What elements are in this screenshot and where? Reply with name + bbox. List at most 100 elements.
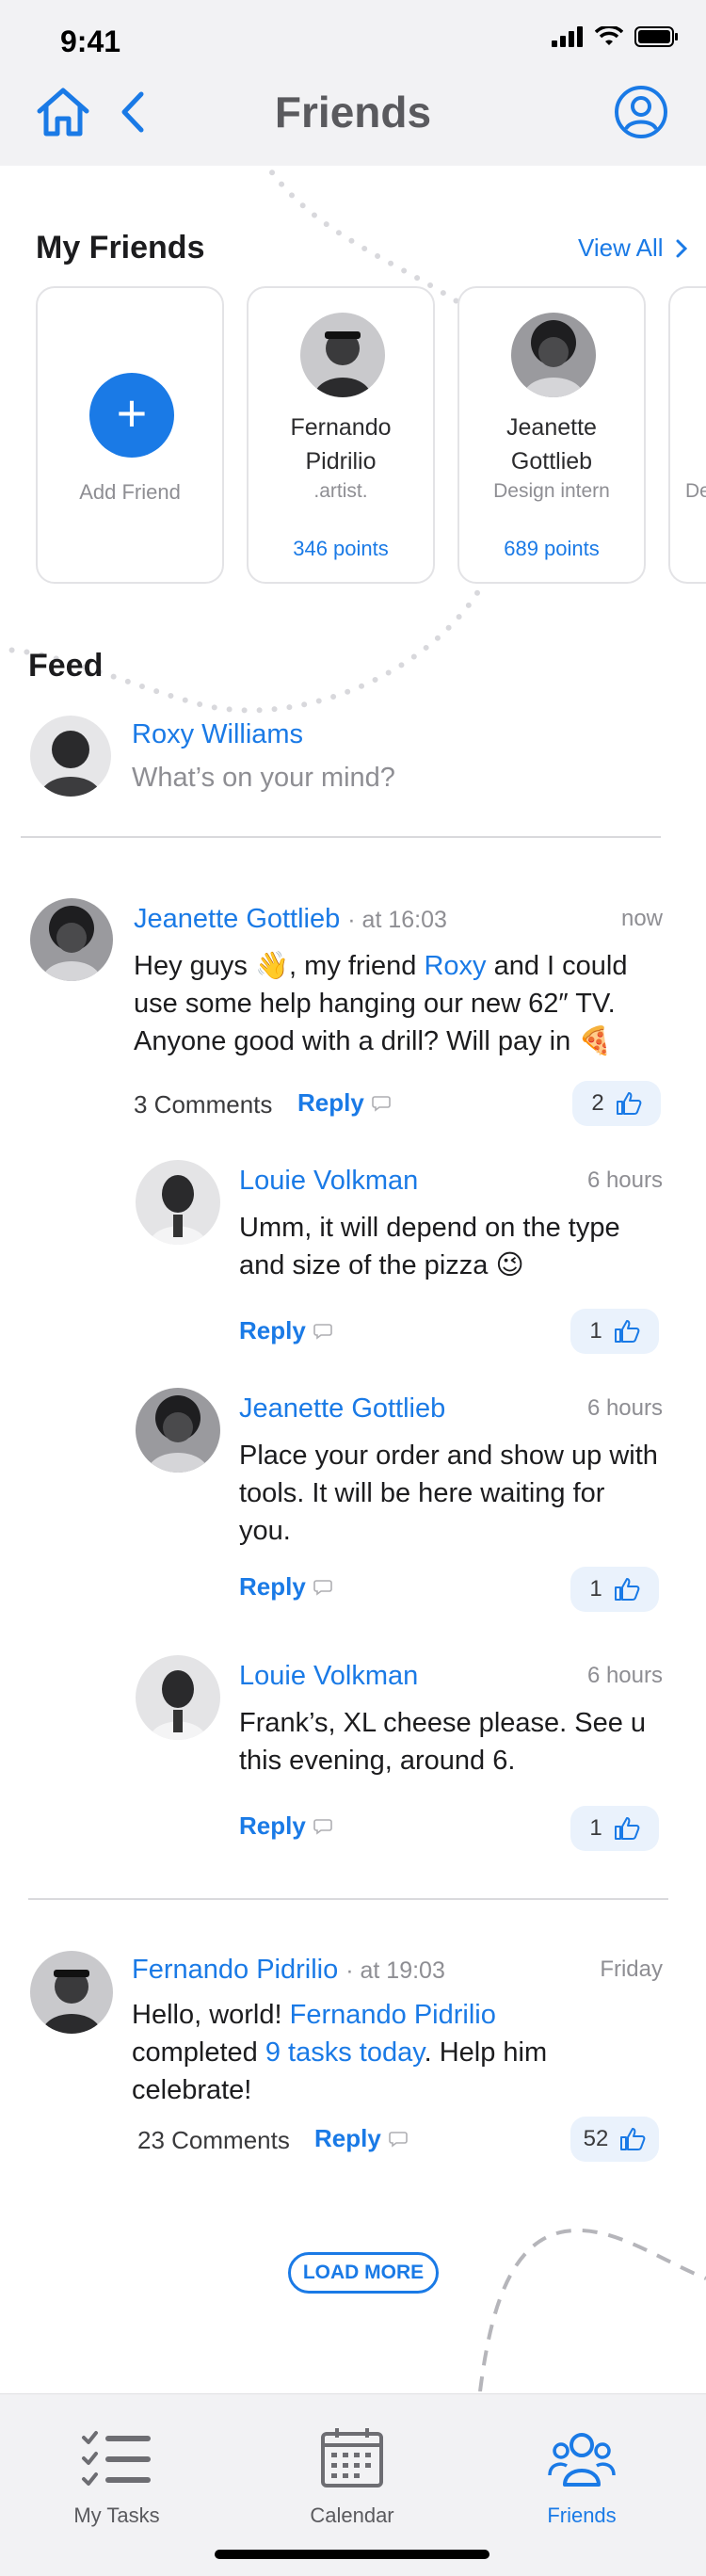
like-button[interactable]: 1 (570, 1567, 659, 1612)
avatar (300, 313, 385, 397)
like-button[interactable]: 2 (572, 1081, 661, 1126)
add-friend-card[interactable]: + Add Friend (36, 286, 224, 584)
thumbs-up-icon (614, 1578, 640, 1601)
reply-text: Umm, it will depend on the type and size… (239, 1213, 620, 1280)
friend-role: .artist. (313, 480, 368, 502)
friend-last-name: Pidrilio (305, 448, 377, 475)
tab-calendar[interactable]: Calendar (249, 2394, 456, 2536)
my-friends-title: My Friends (36, 230, 205, 266)
comment-bubble-icon (372, 1095, 391, 1112)
tab-label: My Tasks (73, 2504, 160, 2527)
reply-avatar (136, 1160, 220, 1245)
like-button[interactable]: 1 (570, 1309, 659, 1354)
composer-avatar (30, 716, 111, 797)
comment-bubble-icon (313, 1818, 332, 1835)
comments-count[interactable]: 3 Comments (134, 1090, 272, 1119)
friend-first-name: Jeanette (506, 414, 597, 441)
reply-label: Reply (239, 1811, 306, 1840)
reply-button[interactable]: Reply (297, 1088, 391, 1118)
feed-title: Feed (28, 648, 104, 684)
view-all-label: View All (578, 233, 664, 262)
composer-input[interactable]: What’s on your mind? (132, 763, 659, 794)
divider (21, 836, 661, 838)
reply-author[interactable]: Jeanette Gottlieb (239, 1393, 445, 1425)
post-author[interactable]: Jeanette Gottlieb (134, 904, 340, 935)
reply-time: 6 hours (586, 1167, 663, 1193)
post-time: Friday (600, 1956, 663, 1982)
top-bar: 9:41 Friends (0, 0, 706, 166)
reply-author[interactable]: Louie Volkman (239, 1166, 418, 1197)
reply-button[interactable]: Reply (239, 1572, 332, 1602)
reply-button[interactable]: Reply (314, 2124, 408, 2153)
friend-card[interactable]: Fernando Pidrilio .artist. 346 points (247, 286, 435, 584)
friend-card-partial[interactable]: De (668, 286, 706, 584)
tab-my-tasks[interactable]: My Tasks (13, 2394, 220, 2536)
reply-avatar (136, 1388, 220, 1473)
friend-role: De (685, 480, 706, 502)
friends-icon (548, 2433, 616, 2487)
post-author[interactable]: Fernando Pidrilio (132, 1955, 338, 1986)
reply-time: 6 hours (586, 1395, 663, 1421)
like-button[interactable]: 52 (570, 2117, 659, 2162)
post-avatar (30, 1951, 113, 2034)
profile-icon[interactable] (614, 85, 668, 139)
avatar (511, 313, 596, 397)
like-count: 1 (589, 1815, 602, 1841)
battery-icon (634, 26, 678, 47)
like-count: 1 (589, 1576, 602, 1602)
comment-bubble-icon (313, 1323, 332, 1340)
post-timestamp: · at 16:03 (347, 907, 447, 933)
reply-avatar (136, 1655, 220, 1740)
like-count: 52 (583, 2126, 609, 2151)
reply-text: Place your order and show up with tools.… (239, 1441, 658, 1546)
divider (28, 1898, 668, 1900)
view-all-link[interactable]: View All (578, 233, 688, 263)
post-header: Jeanette Gottlieb · at 16:03 (134, 904, 447, 935)
calendar-icon (321, 2428, 383, 2487)
comment-bubble-icon (389, 2131, 408, 2148)
like-count: 2 (591, 1090, 604, 1116)
checklist-icon (82, 2431, 151, 2486)
reply-label: Reply (239, 1316, 306, 1344)
reply-author[interactable]: Louie Volkman (239, 1661, 418, 1692)
post-text: completed (132, 2037, 265, 2068)
thumbs-up-icon (620, 2128, 646, 2150)
friend-points: 689 points (504, 537, 600, 560)
wifi-icon (595, 26, 623, 45)
tab-label: Calendar (310, 2504, 394, 2527)
like-button[interactable]: 1 (570, 1806, 659, 1851)
reply-label: Reply (297, 1088, 364, 1117)
post-text: Hey guys 👋, my friend (134, 951, 425, 981)
post-avatar (30, 898, 113, 981)
post-body: Hello, world! Fernando Pidrilio complete… (132, 1996, 621, 2109)
thumbs-up-icon (616, 1092, 642, 1115)
tab-friends[interactable]: Friends (478, 2394, 685, 2536)
post-header: Fernando Pidrilio · at 19:03 (132, 1955, 445, 1986)
load-more-button[interactable]: LOAD MORE (288, 2252, 439, 2294)
post-body: Hey guys 👋, my friend Roxy and I could u… (134, 947, 661, 1060)
reply-label: Reply (314, 2124, 381, 2152)
reply-button[interactable]: Reply (239, 1811, 332, 1841)
comments-count[interactable]: 23 Comments (137, 2126, 290, 2155)
friend-name: Fernando Pidrilio (249, 411, 433, 478)
friend-name: Jeanette Gottlieb (459, 411, 644, 478)
tab-label: Friends (547, 2504, 617, 2527)
mention-link[interactable]: Fernando Pidrilio (290, 2000, 496, 2030)
friend-points: 346 points (293, 537, 389, 560)
add-friend-button[interactable]: + (89, 373, 174, 458)
post-text: Hello, world! (132, 2000, 290, 2030)
friend-last-name: Gottlieb (510, 448, 593, 475)
page-title: Friends (274, 88, 432, 137)
composer-name: Roxy Williams (132, 719, 304, 749)
reply-label: Reply (239, 1572, 306, 1601)
tasks-link[interactable]: 9 tasks today (265, 2037, 425, 2068)
friend-card[interactable]: Jeanette Gottlieb Design intern 689 point… (457, 286, 646, 584)
mention-link[interactable]: Roxy (424, 951, 486, 981)
reply-button[interactable]: Reply (239, 1316, 332, 1345)
like-count: 1 (589, 1318, 602, 1344)
reply-text: Frank’s, XL cheese please. See u this ev… (239, 1708, 647, 1776)
thumbs-up-icon (614, 1320, 640, 1343)
home-indicator (215, 2550, 489, 2559)
chevron-right-icon (676, 239, 687, 257)
status-icons (552, 26, 678, 47)
